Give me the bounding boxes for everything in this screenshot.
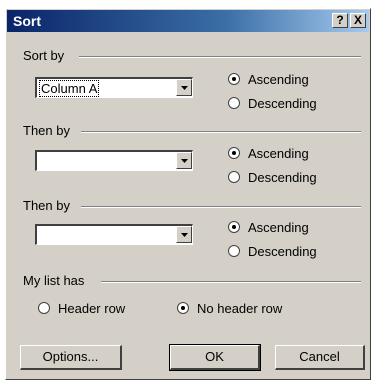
radio-dot[interactable] (228, 73, 240, 85)
sort-by-dropdown-arrow[interactable] (176, 79, 192, 96)
ok-button[interactable]: OK (169, 344, 261, 371)
radio-dot[interactable] (228, 97, 240, 109)
then-by-1-dropdown[interactable] (35, 150, 193, 171)
my-list-has-label: My list has (23, 273, 85, 288)
sort-dialog: Sort ? X Sort by Column A Ascending Desc… (5, 8, 371, 380)
radio-dot[interactable] (228, 245, 240, 257)
then-by-2-dropdown-arrow[interactable] (176, 226, 192, 243)
radio-dot[interactable] (228, 147, 240, 159)
help-button[interactable]: ? (332, 13, 348, 28)
radio-dot[interactable] (38, 302, 50, 314)
dialog-title: Sort (13, 13, 41, 29)
then-by-1-ascending-label: Ascending (248, 146, 309, 161)
sort-by-descending-label: Descending (248, 96, 317, 111)
divider (81, 131, 361, 133)
chevron-down-icon (181, 159, 188, 163)
close-button[interactable]: X (350, 13, 366, 28)
sort-by-label: Sort by (23, 48, 65, 63)
header-row-label: Header row (58, 301, 126, 316)
then-by-1-dropdown-value (39, 153, 41, 168)
then-by-2-label: Then by (23, 198, 70, 213)
then-by-1-dropdown-arrow[interactable] (176, 152, 192, 169)
divider (101, 281, 361, 283)
radio-dot[interactable] (228, 171, 240, 183)
no-header-row-label: No header row (197, 301, 283, 316)
sort-by-dropdown[interactable]: Column A (35, 77, 193, 98)
options-button[interactable]: Options... (20, 345, 122, 370)
chevron-down-icon (181, 233, 188, 237)
then-by-1-label: Then by (23, 123, 70, 138)
cancel-button[interactable]: Cancel (275, 345, 365, 370)
sort-by-ascending-label: Ascending (248, 72, 309, 87)
then-by-2-descending-label: Descending (248, 244, 317, 259)
then-by-1-descending-label: Descending (248, 170, 317, 185)
divider (79, 56, 361, 58)
my-list-has-group: My list has Header row No header row (23, 273, 363, 325)
title-bar[interactable]: Sort ? X (7, 10, 369, 32)
sort-by-group: Sort by Column A Ascending Descending (23, 48, 363, 118)
cropped-text-strip (0, 0, 371, 8)
chevron-down-icon (181, 86, 188, 90)
then-by-2-dropdown[interactable] (35, 224, 193, 245)
sort-by-dropdown-value: Column A (39, 80, 100, 97)
radio-dot[interactable] (228, 221, 240, 233)
radio-dot[interactable] (177, 302, 189, 314)
divider (81, 206, 361, 208)
then-by-2-dropdown-value (39, 227, 41, 242)
then-by-group-1: Then by Ascending Descending (23, 123, 363, 193)
then-by-2-ascending-label: Ascending (248, 220, 309, 235)
then-by-group-2: Then by Ascending Descending (23, 198, 363, 268)
